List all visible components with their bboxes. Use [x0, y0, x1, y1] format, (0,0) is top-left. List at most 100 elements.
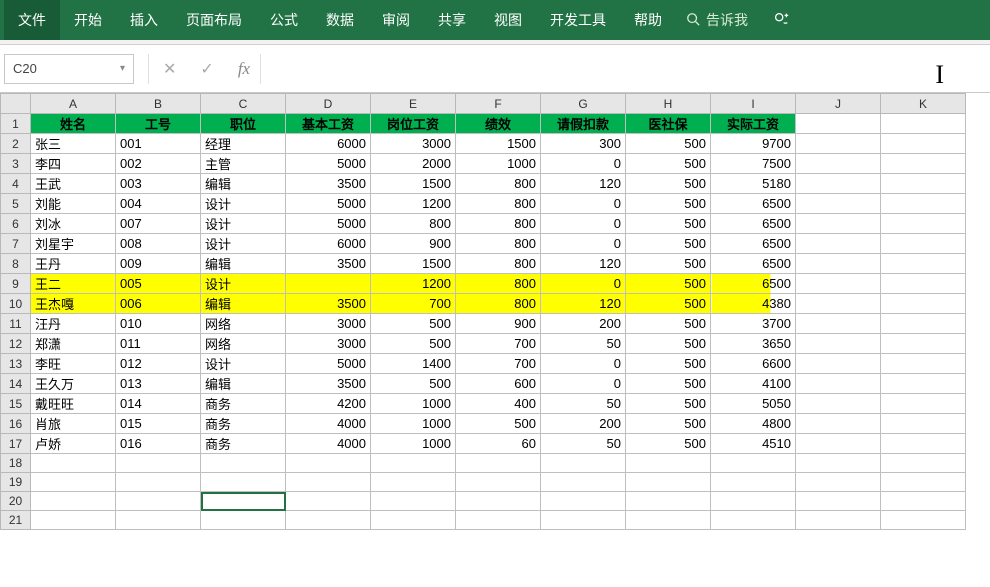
tell-me[interactable]: 告诉我 — [676, 10, 758, 30]
header-cell[interactable]: 实际工资 — [711, 114, 796, 134]
cell-ins[interactable]: 500 — [626, 314, 711, 334]
cell[interactable] — [881, 473, 966, 492]
row-header-10[interactable]: 10 — [1, 294, 31, 314]
cell-base[interactable]: 5000 — [286, 154, 371, 174]
cell-pos[interactable]: 设计 — [201, 214, 286, 234]
cell[interactable] — [796, 492, 881, 511]
cell[interactable] — [711, 511, 796, 530]
cell-perf[interactable]: 900 — [456, 314, 541, 334]
cell-ins[interactable]: 500 — [626, 434, 711, 454]
cell-ins[interactable]: 500 — [626, 274, 711, 294]
cell-base[interactable]: 6000 — [286, 234, 371, 254]
ribbon-tab-3[interactable]: 页面布局 — [172, 0, 256, 40]
cell-leave[interactable]: 0 — [541, 214, 626, 234]
cell-id[interactable]: 005 — [116, 274, 201, 294]
cell-id[interactable]: 001 — [116, 134, 201, 154]
cell[interactable] — [116, 492, 201, 511]
row-header-14[interactable]: 14 — [1, 374, 31, 394]
cell-post[interactable]: 500 — [371, 374, 456, 394]
cell[interactable] — [626, 473, 711, 492]
cell[interactable] — [796, 174, 881, 194]
col-header-D[interactable]: D — [286, 94, 371, 114]
cell[interactable] — [796, 374, 881, 394]
cell-base[interactable]: 5000 — [286, 194, 371, 214]
cell[interactable] — [116, 511, 201, 530]
cell-id[interactable]: 014 — [116, 394, 201, 414]
cell[interactable] — [31, 473, 116, 492]
cell[interactable] — [881, 334, 966, 354]
sheet-area[interactable]: ABCDEFGHIJK1姓名工号职位基本工资岗位工资绩效请假扣款医社保实际工资2… — [0, 93, 990, 530]
cell-leave[interactable]: 120 — [541, 254, 626, 274]
cell-name[interactable]: 汪丹 — [31, 314, 116, 334]
cell-name[interactable]: 王久万 — [31, 374, 116, 394]
cell-net[interactable]: 7500 — [711, 154, 796, 174]
cell[interactable] — [541, 473, 626, 492]
cell-net[interactable]: 3700 — [711, 314, 796, 334]
cell-base[interactable]: 3500 — [286, 374, 371, 394]
row-header-3[interactable]: 3 — [1, 154, 31, 174]
cell-id[interactable]: 003 — [116, 174, 201, 194]
col-header-J[interactable]: J — [796, 94, 881, 114]
cell[interactable] — [711, 492, 796, 511]
cell[interactable] — [626, 454, 711, 473]
header-cell[interactable]: 职位 — [201, 114, 286, 134]
cell[interactable] — [796, 274, 881, 294]
cell-name[interactable]: 肖旅 — [31, 414, 116, 434]
cell-post[interactable]: 900 — [371, 234, 456, 254]
cell-ins[interactable]: 500 — [626, 154, 711, 174]
row-header-5[interactable]: 5 — [1, 194, 31, 214]
cell[interactable] — [881, 492, 966, 511]
cell[interactable] — [371, 454, 456, 473]
cell-pos[interactable]: 网络 — [201, 314, 286, 334]
cell[interactable] — [796, 454, 881, 473]
cell-perf[interactable]: 60 — [456, 434, 541, 454]
cell-id[interactable]: 009 — [116, 254, 201, 274]
cell[interactable] — [286, 511, 371, 530]
cell-leave[interactable]: 0 — [541, 274, 626, 294]
cell-leave[interactable]: 120 — [541, 174, 626, 194]
cell-perf[interactable]: 800 — [456, 294, 541, 314]
cell-perf[interactable]: 1000 — [456, 154, 541, 174]
header-cell[interactable]: 岗位工资 — [371, 114, 456, 134]
row-header-4[interactable]: 4 — [1, 174, 31, 194]
cell-perf[interactable]: 600 — [456, 374, 541, 394]
formula-input[interactable] — [260, 54, 990, 84]
cell[interactable] — [796, 114, 881, 134]
cell-perf[interactable]: 800 — [456, 214, 541, 234]
cell[interactable] — [456, 454, 541, 473]
cell-perf[interactable]: 1500 — [456, 134, 541, 154]
cell-pos[interactable]: 经理 — [201, 134, 286, 154]
cell[interactable] — [541, 454, 626, 473]
col-header-I[interactable]: I — [711, 94, 796, 114]
cell[interactable] — [31, 492, 116, 511]
cell[interactable] — [711, 454, 796, 473]
cell-pos[interactable]: 商务 — [201, 394, 286, 414]
cell-id[interactable]: 013 — [116, 374, 201, 394]
header-cell[interactable]: 请假扣款 — [541, 114, 626, 134]
ribbon-tab-4[interactable]: 公式 — [256, 0, 312, 40]
cell-perf[interactable]: 700 — [456, 354, 541, 374]
share-button[interactable] — [764, 10, 798, 31]
cell-leave[interactable]: 50 — [541, 334, 626, 354]
cell-name[interactable]: 郑潇 — [31, 334, 116, 354]
cell-post[interactable]: 1200 — [371, 274, 456, 294]
ribbon-tab-1[interactable]: 开始 — [60, 0, 116, 40]
cell-name[interactable]: 王杰嘎 — [31, 294, 116, 314]
cell-net[interactable]: 5050 — [711, 394, 796, 414]
col-header-H[interactable]: H — [626, 94, 711, 114]
cell-id[interactable]: 010 — [116, 314, 201, 334]
cell-pos[interactable]: 设计 — [201, 194, 286, 214]
row-header-16[interactable]: 16 — [1, 414, 31, 434]
cell[interactable] — [201, 454, 286, 473]
ribbon-tab-9[interactable]: 开发工具 — [536, 0, 620, 40]
cell-name[interactable]: 戴旺旺 — [31, 394, 116, 414]
cell[interactable] — [626, 492, 711, 511]
cell[interactable] — [881, 434, 966, 454]
cell[interactable] — [371, 511, 456, 530]
cell[interactable] — [881, 134, 966, 154]
cell-base[interactable]: 6000 — [286, 134, 371, 154]
cell[interactable] — [881, 294, 966, 314]
cell-ins[interactable]: 500 — [626, 214, 711, 234]
cell-net[interactable]: 4100 — [711, 374, 796, 394]
cell[interactable] — [286, 492, 371, 511]
